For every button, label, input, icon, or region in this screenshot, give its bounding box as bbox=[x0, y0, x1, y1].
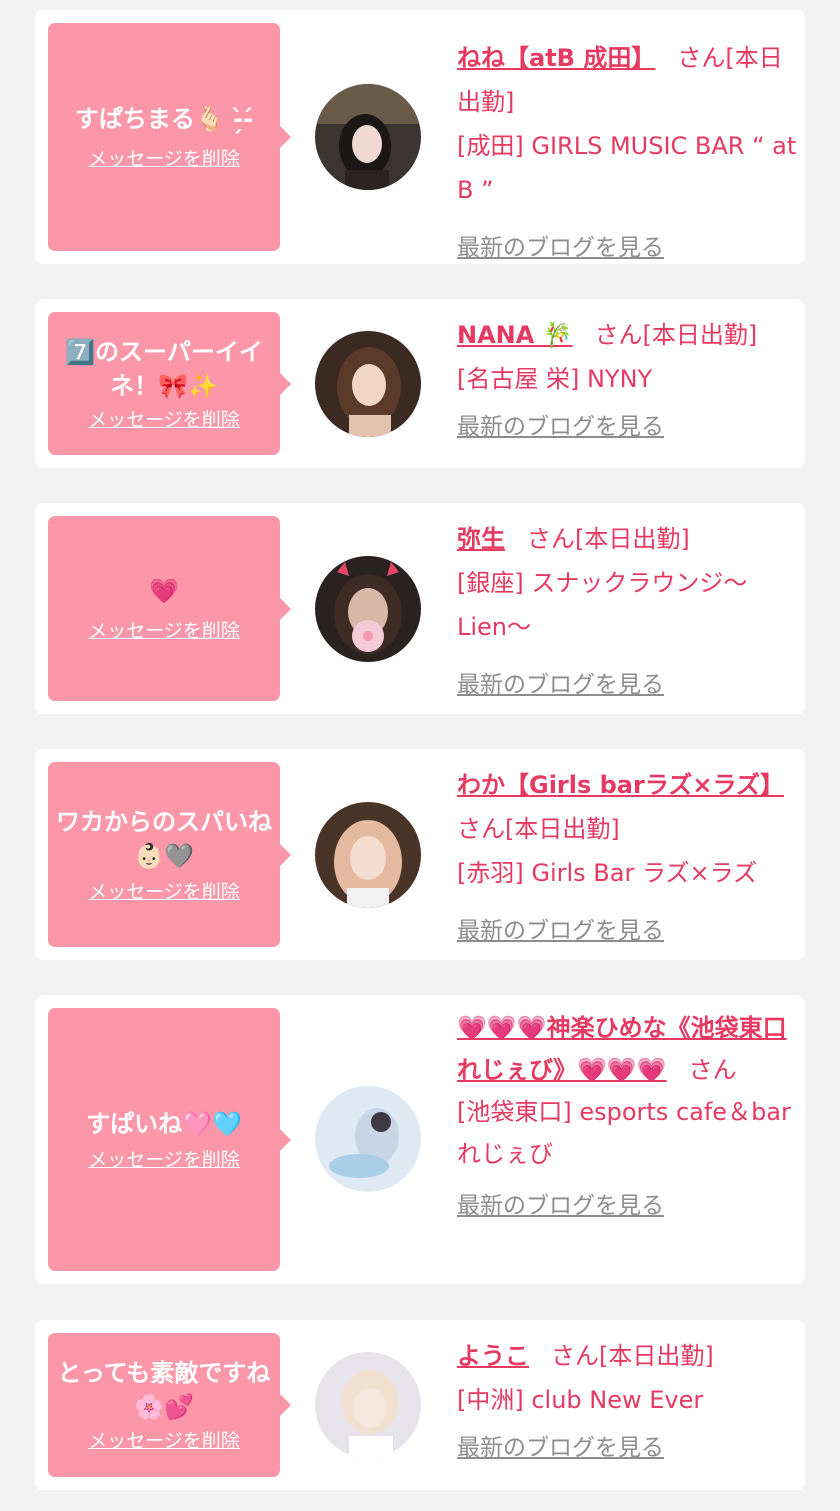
message-text: 7️⃣のスーパーイイネ！🎀✨ bbox=[65, 337, 263, 400]
avatar[interactable] bbox=[315, 84, 421, 190]
message-card: すぱいね🩷🩵 メッセージを削除 💗💗💗神楽ひめな《池袋東口れじぇび》💗💗💗 さん … bbox=[35, 995, 805, 1284]
card-info: ねね【atB 成田】 さん[本日出勤] [成田] GIRLS MUSIC BAR … bbox=[457, 36, 797, 270]
name-suffix: さん bbox=[688, 1056, 737, 1084]
shop-info: [成田] GIRLS MUSIC BAR “ at B ” bbox=[457, 132, 797, 204]
latest-blog-link[interactable]: 最新のブログを見る bbox=[457, 663, 664, 707]
girl-name-link[interactable]: わか【Girls barラズ×ラズ】 bbox=[457, 771, 784, 799]
avatar[interactable] bbox=[315, 802, 421, 908]
delete-message-link[interactable]: メッセージを削除 bbox=[88, 1147, 240, 1173]
latest-blog-link[interactable]: 最新のブログを見る bbox=[457, 1426, 664, 1470]
card-info: 弥生 さん[本日出勤] [銀座] スナックラウンジ〜Lien〜 最新のブログを見る bbox=[457, 517, 797, 707]
message-card: ワカからのスパいね👶🏻🩶 メッセージを削除 わか【Girls barラズ×ラズ】… bbox=[35, 749, 805, 960]
girl-name-link[interactable]: ようこ bbox=[457, 1342, 529, 1370]
avatar[interactable] bbox=[315, 556, 421, 662]
shop-info: [中洲] club New Ever bbox=[457, 1386, 704, 1414]
message-card: 7️⃣のスーパーイイネ！🎀✨ メッセージを削除 NANA 🎋 さん[本日出勤] [… bbox=[35, 299, 805, 468]
delete-message-link[interactable]: メッセージを削除 bbox=[88, 618, 240, 644]
name-suffix: さん[本日出勤] bbox=[457, 815, 620, 843]
name-suffix: さん[本日出勤] bbox=[551, 1342, 714, 1370]
girl-name-link[interactable]: 弥生 bbox=[457, 525, 505, 553]
message-bubble: ワカからのスパいね👶🏻🩶 メッセージを削除 bbox=[48, 762, 291, 947]
latest-blog-link[interactable]: 最新のブログを見る bbox=[457, 226, 664, 270]
girl-name-link[interactable]: NANA 🎋 bbox=[457, 321, 573, 349]
latest-blog-link[interactable]: 最新のブログを見る bbox=[457, 405, 664, 449]
card-info: 💗💗💗神楽ひめな《池袋東口れじぇび》💗💗💗 さん [池袋東口] esports c… bbox=[457, 1007, 797, 1227]
shop-info: [赤羽] Girls Bar ラズ×ラズ bbox=[457, 859, 758, 887]
girl-name-link[interactable]: ねね【atB 成田】 bbox=[457, 44, 655, 72]
shop-info: [池袋東口] esports cafe＆bar れじぇび bbox=[457, 1098, 791, 1168]
message-bubble: 💗 メッセージを削除 bbox=[48, 516, 291, 701]
delete-message-link[interactable]: メッセージを削除 bbox=[88, 407, 240, 433]
latest-blog-link[interactable]: 最新のブログを見る bbox=[457, 1185, 664, 1227]
avatar[interactable] bbox=[315, 331, 421, 437]
card-info: NANA 🎋 さん[本日出勤] [名古屋 栄] NYNY 最新のブログを見る bbox=[457, 313, 797, 449]
name-suffix: さん[本日出勤] bbox=[527, 525, 690, 553]
avatar[interactable] bbox=[315, 1086, 421, 1192]
message-bubble: 7️⃣のスーパーイイネ！🎀✨ メッセージを削除 bbox=[48, 312, 291, 455]
message-bubble: すぱいね🩷🩵 メッセージを削除 bbox=[48, 1008, 291, 1271]
message-card: すぱちまる🫰🏻 -̗̀-́ メッセージを削除 ねね【atB 成田】 さん[本日出勤… bbox=[35, 10, 805, 264]
message-bubble: とっても素敵ですね🌸💕 メッセージを削除 bbox=[48, 1333, 291, 1477]
delete-message-link[interactable]: メッセージを削除 bbox=[88, 146, 240, 172]
message-text: ワカからのスパいね👶🏻🩶 bbox=[56, 807, 272, 870]
message-bubble: すぱちまる🫰🏻 -̗̀-́ メッセージを削除 bbox=[48, 23, 291, 251]
message-text: すぱちまる🫰🏻 -̗̀-́ bbox=[74, 105, 254, 133]
message-text: 💗 bbox=[149, 576, 179, 605]
message-text: すぱいね🩷🩵 bbox=[86, 1109, 242, 1138]
shop-info: [銀座] スナックラウンジ〜Lien〜 bbox=[457, 569, 748, 641]
message-card: 💗 メッセージを削除 弥生 さん[本日出勤] [銀座] スナックラウンジ〜Lien… bbox=[35, 503, 805, 714]
message-card: とっても素敵ですね🌸💕 メッセージを削除 ようこ さん[本日出勤] [中洲] cl… bbox=[35, 1320, 805, 1490]
message-list: すぱちまる🫰🏻 -̗̀-́ メッセージを削除 ねね【atB 成田】 さん[本日出勤… bbox=[0, 0, 840, 1511]
card-info: ようこ さん[本日出勤] [中洲] club New Ever 最新のブログを見る bbox=[457, 1334, 797, 1470]
card-info: わか【Girls barラズ×ラズ】さん[本日出勤] [赤羽] Girls Ba… bbox=[457, 763, 797, 953]
name-suffix: さん[本日出勤] bbox=[594, 321, 758, 349]
avatar[interactable] bbox=[315, 1352, 421, 1458]
latest-blog-link[interactable]: 最新のブログを見る bbox=[457, 909, 664, 953]
girl-name-link[interactable]: 💗💗💗神楽ひめな《池袋東口れじぇび》💗💗💗 bbox=[457, 1014, 787, 1084]
shop-info: [名古屋 栄] NYNY bbox=[457, 365, 653, 393]
delete-message-link[interactable]: メッセージを削除 bbox=[88, 879, 240, 905]
message-text: とっても素敵ですね🌸💕 bbox=[57, 1359, 271, 1421]
delete-message-link[interactable]: メッセージを削除 bbox=[88, 1428, 240, 1454]
